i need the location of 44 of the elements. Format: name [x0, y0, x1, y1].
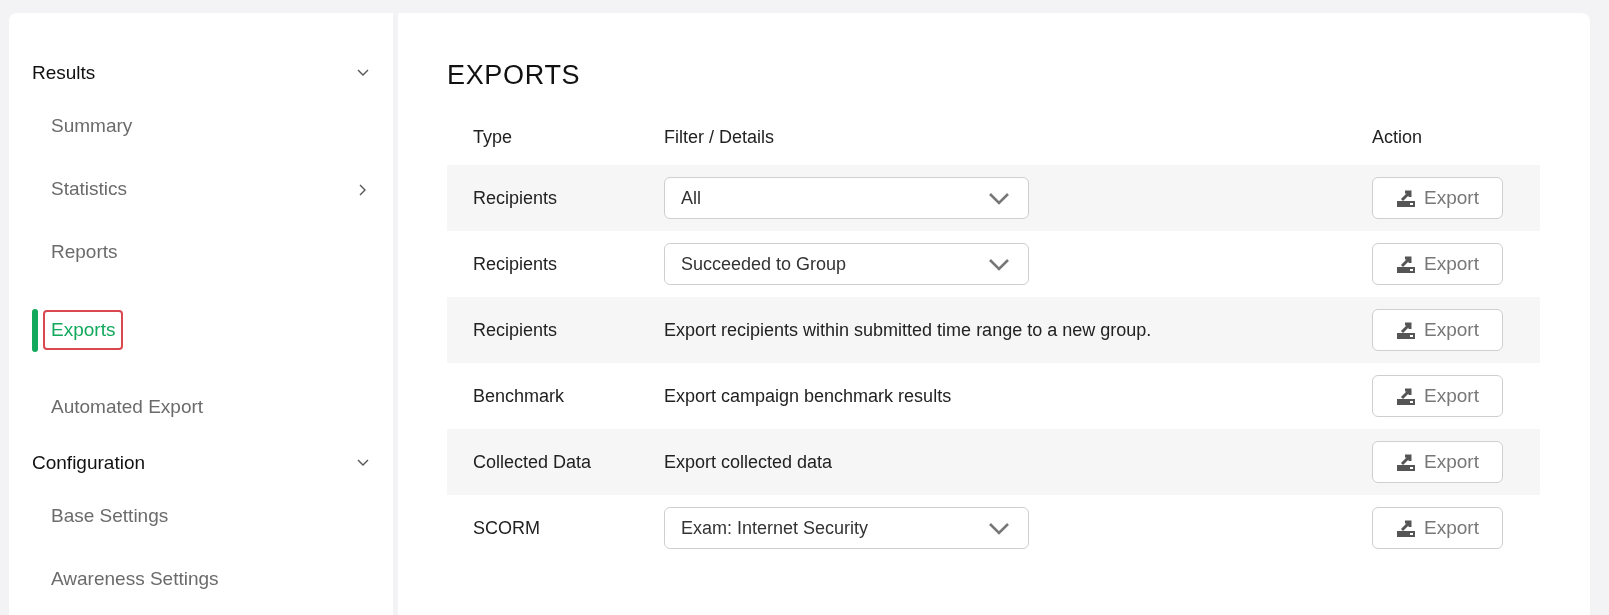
table-cell-text: Recipients	[472, 318, 559, 342]
sidebar-item[interactable]: Exports	[43, 309, 124, 351]
export-icon	[1396, 452, 1417, 472]
column-header: Filter / Details	[664, 125, 776, 149]
sidebar-item[interactable]: Base Settings	[51, 502, 169, 531]
export-button[interactable]: Export	[1372, 441, 1503, 483]
export-button[interactable]: Export	[1372, 243, 1503, 285]
export-icon	[1396, 386, 1417, 406]
table-cell-text: Benchmark	[472, 384, 566, 408]
page-title: EXPORTS	[447, 59, 582, 92]
table-cell-text: SCORM	[472, 516, 541, 540]
sidebar-item[interactable]: Statistics	[51, 175, 128, 204]
chevron-down-icon[interactable]	[357, 69, 369, 77]
dropdown[interactable]: Succeeded to Group	[664, 243, 1029, 285]
sidebar-item[interactable]: Reports	[51, 238, 118, 267]
chevron-right-icon[interactable]	[359, 183, 367, 196]
column-header: Type	[472, 125, 514, 149]
export-icon	[1396, 188, 1417, 208]
export-button[interactable]: Export	[1372, 309, 1503, 351]
chevron-down-icon	[988, 191, 1010, 205]
export-icon	[1396, 518, 1417, 538]
sidebar-item[interactable]: Summary	[51, 112, 133, 141]
sidebar-section-header[interactable]: Results	[32, 58, 96, 88]
sidebar-section-header[interactable]: Configuration	[32, 448, 146, 478]
export-button[interactable]: Export	[1372, 177, 1503, 219]
sidebar-item[interactable]: Automated Export	[51, 393, 204, 422]
sidebar-item[interactable]: Awareness Settings	[51, 565, 219, 594]
column-header: Action	[1371, 125, 1424, 149]
dropdown[interactable]: Exam: Internet Security	[664, 507, 1029, 549]
table-cell: Export collected data	[664, 451, 833, 472]
export-icon	[1396, 320, 1417, 340]
export-button[interactable]: Export	[1372, 507, 1503, 549]
active-indicator	[32, 308, 38, 352]
dropdown[interactable]: All	[664, 177, 1029, 219]
table-cell: Export campaign benchmark results	[664, 385, 952, 406]
table-cell-text: Collected Data	[472, 450, 593, 474]
table-cell: Export recipients within submitted time range to a new group.	[664, 319, 1152, 340]
chevron-down-icon	[988, 257, 1010, 271]
export-button[interactable]: Export	[1372, 375, 1503, 417]
export-icon	[1396, 254, 1417, 274]
table-cell-text: Recipients	[472, 186, 559, 210]
table-cell-text: Recipients	[472, 252, 559, 276]
chevron-down-icon[interactable]	[357, 459, 369, 467]
chevron-down-icon	[988, 521, 1010, 535]
